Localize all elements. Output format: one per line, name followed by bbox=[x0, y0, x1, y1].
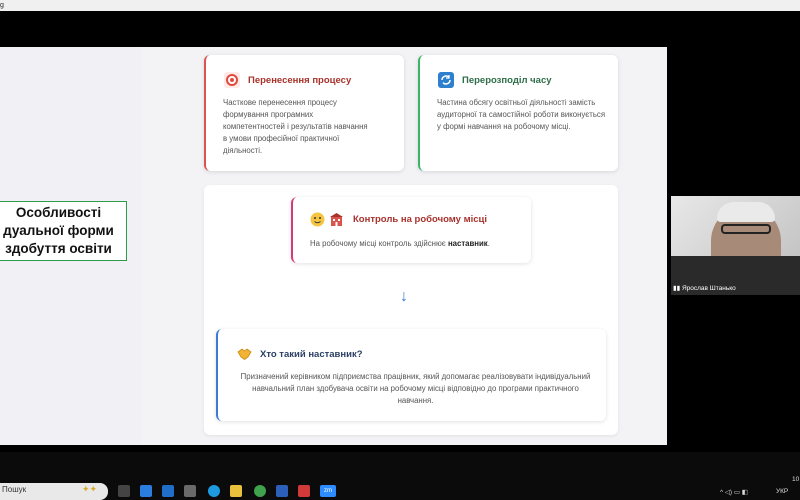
presentation-slide: Особливості дуальної форми здобуття осві… bbox=[0, 47, 667, 445]
calendar-icon[interactable] bbox=[184, 485, 196, 497]
outlook-icon[interactable] bbox=[162, 485, 174, 497]
language-indicator[interactable]: УКР bbox=[776, 488, 788, 495]
task-view-icon[interactable] bbox=[118, 485, 130, 497]
card-title: Хто такий наставник? bbox=[260, 349, 363, 360]
down-arrow-icon: ↓ bbox=[400, 288, 408, 305]
section-label: Особливості дуальної форми здобуття осві… bbox=[3, 205, 114, 256]
card-time-redistribution: Перерозподіл часу Частина обсягу освітнь… bbox=[418, 55, 618, 171]
lower-panel: Контроль на робочому місці На робочому м… bbox=[204, 185, 618, 435]
search-placeholder: Пошук bbox=[2, 485, 27, 494]
card-title: Контроль на робочому місці bbox=[353, 214, 488, 225]
participant-hair bbox=[717, 202, 775, 222]
card-title: Перенесення процесу bbox=[248, 75, 352, 86]
card-workplace-control: Контроль на робочому місці На робочому м… bbox=[291, 197, 531, 263]
card-body-bold: наставник bbox=[447, 239, 488, 248]
sparkle-icon: ✦✦ bbox=[82, 484, 98, 494]
glasses-icon bbox=[721, 224, 771, 234]
card-title: Перерозподіл часу bbox=[462, 75, 552, 86]
handshake-icon bbox=[236, 346, 252, 362]
video-tile[interactable]: ▮▮ Ярослав Штанько bbox=[671, 196, 800, 295]
copilot-icon[interactable] bbox=[140, 485, 152, 497]
chrome-icon[interactable] bbox=[254, 485, 266, 497]
window-title-bar: g bbox=[0, 0, 800, 11]
edge-icon[interactable] bbox=[208, 485, 220, 497]
building-icon bbox=[328, 211, 344, 227]
card-who-is-mentor: Хто такий наставник? Призначений керівни… bbox=[216, 329, 606, 421]
participant-name-text: Ярослав Штанько bbox=[681, 285, 736, 292]
card-body: Призначений керівником підприємства прац… bbox=[240, 372, 591, 405]
taskbar-search-input[interactable]: Пошук ✦✦ bbox=[0, 483, 108, 500]
card-body: Часткове перенесення процесу формування … bbox=[223, 98, 368, 155]
refresh-icon bbox=[438, 72, 454, 88]
participant-name: ▮▮ Ярослав Штанько bbox=[673, 285, 736, 292]
target-icon bbox=[224, 72, 240, 88]
card-body: На робочому місці контроль здійснює наст… bbox=[310, 238, 530, 250]
zoom-icon[interactable]: zm bbox=[320, 485, 336, 497]
system-tray-icons[interactable]: ^ ◁) ▭ ◧ bbox=[720, 488, 748, 496]
pdf-app-icon[interactable] bbox=[298, 485, 310, 497]
file-explorer-icon[interactable] bbox=[230, 485, 242, 497]
word-icon[interactable] bbox=[276, 485, 288, 497]
clock[interactable]: 10 bbox=[792, 476, 799, 483]
card-body-text: На робочому місці контроль здійснює bbox=[310, 239, 448, 248]
card-process-transfer: Перенесення процесу Часткове перенесення… bbox=[204, 55, 404, 171]
face-icon bbox=[309, 211, 325, 227]
window-title: g bbox=[0, 2, 4, 9]
section-label-box: Особливості дуальної форми здобуття осві… bbox=[0, 201, 127, 261]
card-body-suffix: . bbox=[487, 239, 490, 248]
card-body: Частина обсягу освітньої діяльності замі… bbox=[437, 98, 606, 131]
